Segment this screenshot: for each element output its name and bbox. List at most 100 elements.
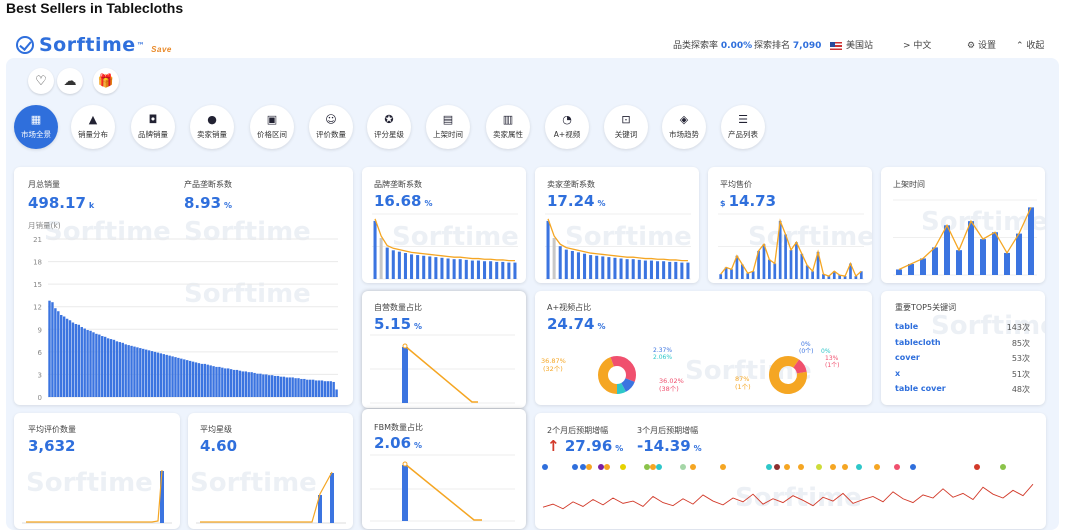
bar (267, 375, 271, 397)
nav-item-6[interactable]: ✪ 评分星级 (367, 105, 411, 149)
aplus-donuts: 36.87% (32个) 36.02% (38个) 2.37% 2.06% 87… (541, 341, 840, 394)
nav-item-4[interactable]: ▣ 价格区间 (250, 105, 294, 149)
bar (68, 320, 72, 397)
bar (410, 254, 414, 279)
nav-item-12[interactable]: ☰ 产品列表 (721, 105, 765, 149)
bar (507, 262, 511, 279)
self-operated-label: 自营数量占比 (374, 303, 422, 312)
collapse-button[interactable]: ⌃ 收起 (1016, 38, 1044, 51)
bar (789, 249, 793, 279)
bar (335, 389, 338, 397)
bar (317, 380, 321, 397)
event-dot (604, 464, 610, 470)
bar (142, 348, 145, 397)
growth-chart (542, 464, 1034, 510)
brand-monopoly-unit: % (424, 199, 433, 208)
nav-item-11[interactable]: ◈ 市场趋势 (662, 105, 706, 149)
explore-rank-value: 7,090 (792, 41, 822, 51)
keyword-row[interactable]: table cover 48次 (895, 384, 1030, 395)
cloud-upload-icon[interactable]: ☁ (57, 68, 83, 94)
gift-icon[interactable]: 🎁 (93, 68, 119, 94)
donut-2 (769, 356, 807, 394)
bar (209, 365, 212, 397)
self-operated-number: 5.15 (374, 315, 412, 333)
bar (320, 380, 324, 397)
bar (74, 324, 78, 397)
nav-item-5[interactable]: ☺ 评价数量 (309, 105, 353, 149)
bar (285, 377, 289, 397)
bar (583, 253, 587, 279)
growth-forecast-card: Sorftime 2个月后预期增幅 ↑ 27.96% 3个月后预期增幅 -14.… (535, 413, 1046, 529)
bar (92, 332, 95, 397)
gear-icon: ⚙ (967, 41, 976, 51)
bar (784, 234, 787, 279)
page-title: Best Sellers in Tablecloths (6, 0, 184, 16)
avg-reviews-label: 平均评价数量 (28, 425, 76, 434)
bar (226, 368, 230, 397)
seller-monopoly-label: 卖家垄断系数 (547, 180, 595, 189)
marketplace-selector[interactable]: 美国站 (830, 38, 873, 51)
bar (397, 251, 401, 279)
bar (62, 316, 66, 397)
bar (332, 381, 335, 397)
y-tick-label: 0 (38, 394, 42, 402)
event-dot (656, 464, 662, 470)
logo-tm: ™ (136, 40, 146, 50)
bar (282, 376, 286, 397)
nav-item-3[interactable]: ● 卖家销量 (190, 105, 234, 149)
bar (805, 265, 809, 279)
nav-item-1[interactable]: ▲ 销量分布 (71, 105, 115, 149)
nav-label: 价格区间 (257, 130, 287, 139)
nav-item-2[interactable]: ◘ 品牌销量 (131, 105, 175, 149)
bar (719, 274, 723, 279)
bar (751, 271, 755, 279)
bar (89, 330, 92, 397)
bar (174, 357, 177, 397)
keyword-row[interactable]: x 51次 (895, 369, 1030, 380)
nav-item-8[interactable]: ▥ 卖家属性 (486, 105, 530, 149)
keyword-row[interactable]: table 143次 (895, 322, 1030, 333)
monthly-sales-value: 498.17 k (28, 194, 94, 212)
aplus-value: 24.74% (547, 315, 605, 333)
nav-item-9[interactable]: ◔ A+视频 (545, 105, 589, 149)
bar (452, 259, 456, 279)
bar (489, 261, 493, 279)
aplus-video-card: Sorftime A+视频占比 24.74% 36.87% (32个) 36.0… (535, 291, 872, 405)
event-dot (974, 464, 980, 470)
bar (570, 250, 574, 279)
nav-item-7[interactable]: ▤ 上架时间 (426, 105, 470, 149)
nav-item-0[interactable]: ▦ 市场全景 (14, 105, 58, 149)
keyword-row[interactable]: tablecloth 85次 (895, 338, 1030, 349)
event-dot (542, 464, 548, 470)
trend-line (547, 218, 688, 262)
nav-icon: ◘ (148, 113, 158, 126)
marketplace-label: 美国站 (846, 41, 874, 51)
heart-icon[interactable]: ♡ (28, 68, 54, 94)
explore-rate: 品类探索率 0.00% (673, 38, 752, 51)
bar (224, 368, 227, 397)
language-selector[interactable]: > 中文 (903, 38, 931, 51)
bar (127, 345, 130, 397)
bar (686, 262, 690, 279)
bar (130, 345, 133, 397)
bar (730, 269, 733, 279)
top-keywords-label: 重要TOP5关键词 (895, 303, 957, 312)
growth-3m-value: -14.39% (637, 437, 702, 455)
fbm-label: FBM数量占比 (374, 423, 423, 432)
bar (795, 242, 798, 279)
keyword-row[interactable]: cover 53次 (895, 353, 1030, 364)
trend-line (404, 345, 478, 403)
settings-button[interactable]: ⚙ 设置 (967, 38, 996, 51)
growth-3m-number: -14.39 (637, 437, 691, 455)
bar (221, 367, 224, 397)
bar (291, 377, 294, 397)
bar (483, 261, 487, 279)
bar (200, 363, 204, 397)
bar (330, 473, 334, 523)
donut2-top-cnt: (0个) (799, 348, 814, 355)
nav-item-10[interactable]: ⊡ 关键词 (604, 105, 648, 149)
nav-label: 销量分布 (78, 130, 108, 139)
keyword-count: 143次 (1006, 323, 1030, 332)
bar (103, 336, 107, 397)
sorftime-logo[interactable]: Sorftime ™ Save (16, 34, 172, 56)
